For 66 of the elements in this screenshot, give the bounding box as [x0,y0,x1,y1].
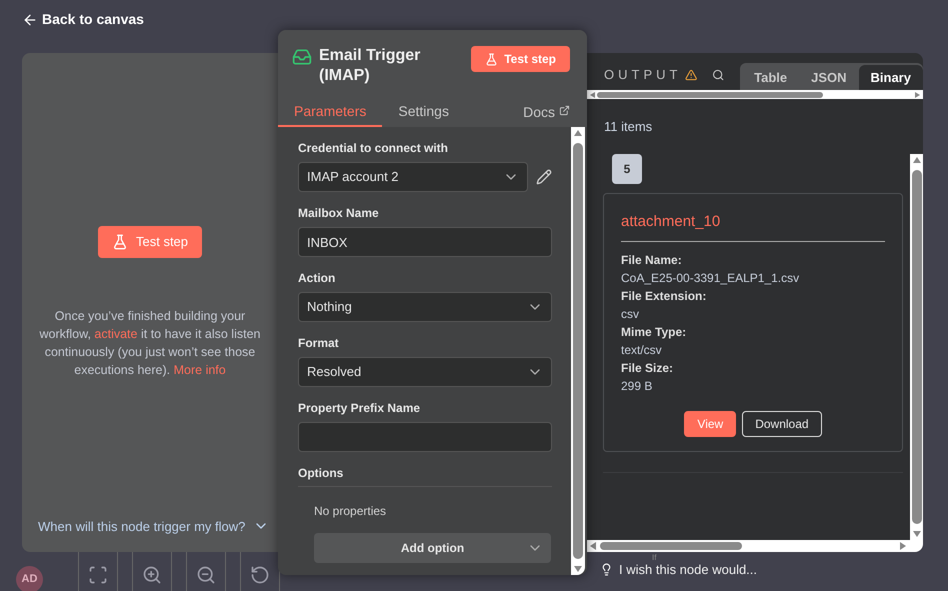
zoom-out-icon [196,565,216,585]
docs-link[interactable]: Docs [523,98,570,127]
edit-icon[interactable] [536,169,552,185]
scroll-down-icon[interactable] [574,566,582,572]
output-title: OUTPUT [604,66,682,84]
property-label: Mime Type: [621,324,688,342]
panel-tab[interactable]: Parameters [278,98,382,127]
field-label: Action [298,270,336,287]
lightbulb-icon [600,563,613,576]
field-label: Mailbox Name [298,205,380,222]
feedback-prompt[interactable]: I wish this node would... [619,562,758,577]
select-field[interactable]: Nothing [298,292,552,322]
property-label: File Name: [621,252,683,270]
horizontal-scrollbar[interactable] [587,540,923,552]
property-value: csv [621,306,640,324]
scroll-up-icon[interactable] [574,130,582,136]
test-step-button[interactable]: Test step [98,226,202,258]
property-label: File Extension: [621,288,708,306]
field-label: Property Prefix Name [298,400,422,417]
fit-view-icon [88,565,108,585]
property-value: 299 B [621,378,654,396]
node-title: Email Trigger (IMAP) [319,46,422,86]
input-field[interactable]: INBOX [298,227,552,257]
add-option-button[interactable]: Add option [314,533,551,563]
field-label: Credential to connect with [298,140,450,157]
undo-icon [250,565,270,585]
scroll-right-icon[interactable] [900,542,906,550]
user-avatar[interactable]: AD [16,566,43,591]
test-step-button[interactable]: Test step [471,46,570,72]
download-button[interactable]: Download [742,411,822,438]
back-to-canvas-link[interactable]: Back to canvas [22,9,144,30]
item-index-badge: 5 [612,154,642,184]
field-label: Format [298,335,340,352]
vertical-scrollbar[interactable] [571,127,585,575]
zoom-in-icon [142,565,162,585]
flask-icon [112,234,128,250]
select-field[interactable]: IMAP account 2 [298,162,528,192]
select-field[interactable]: Resolved [298,357,552,387]
view-tab[interactable]: Binary [858,65,923,90]
external-link-icon [559,105,570,116]
activation-message: Once you’ve finished building your workflow, activate it to have it also listen continuously (you just won’t see those executions here). More info [38,308,262,379]
item-count: 11 items [604,118,654,136]
trigger-question-toggle[interactable]: When will this node trigger my flow? [38,516,270,536]
input-field[interactable] [298,422,552,452]
view-button[interactable]: View [684,411,736,438]
scroll-right-icon[interactable] [915,92,920,98]
attachment-name: attachment_10 [621,210,885,242]
empty-options-text: No properties [314,503,388,520]
property-label: File Size: [621,360,674,378]
options-heading: Options [298,464,552,487]
horizontal-scrollbar[interactable] [587,90,923,100]
node-label: If [652,553,656,563]
vertical-scrollbar[interactable] [910,154,923,540]
more-info-link[interactable]: More info [174,363,226,377]
property-value: CoA_E25-00-3391_EALP1_1.csv [621,270,800,288]
scroll-up-icon[interactable] [912,156,920,163]
scroll-left-icon[interactable] [590,92,595,98]
flask-icon [485,52,498,66]
activate-link[interactable]: activate [94,327,138,341]
property-value: text/csv [621,342,663,360]
view-tab[interactable]: Table [742,65,800,90]
scroll-left-icon[interactable] [590,542,596,550]
panel-tab[interactable]: Settings [382,98,465,127]
scroll-down-icon[interactable] [912,530,920,537]
view-tab[interactable]: JSON [799,65,859,90]
inbox-icon [292,47,312,67]
